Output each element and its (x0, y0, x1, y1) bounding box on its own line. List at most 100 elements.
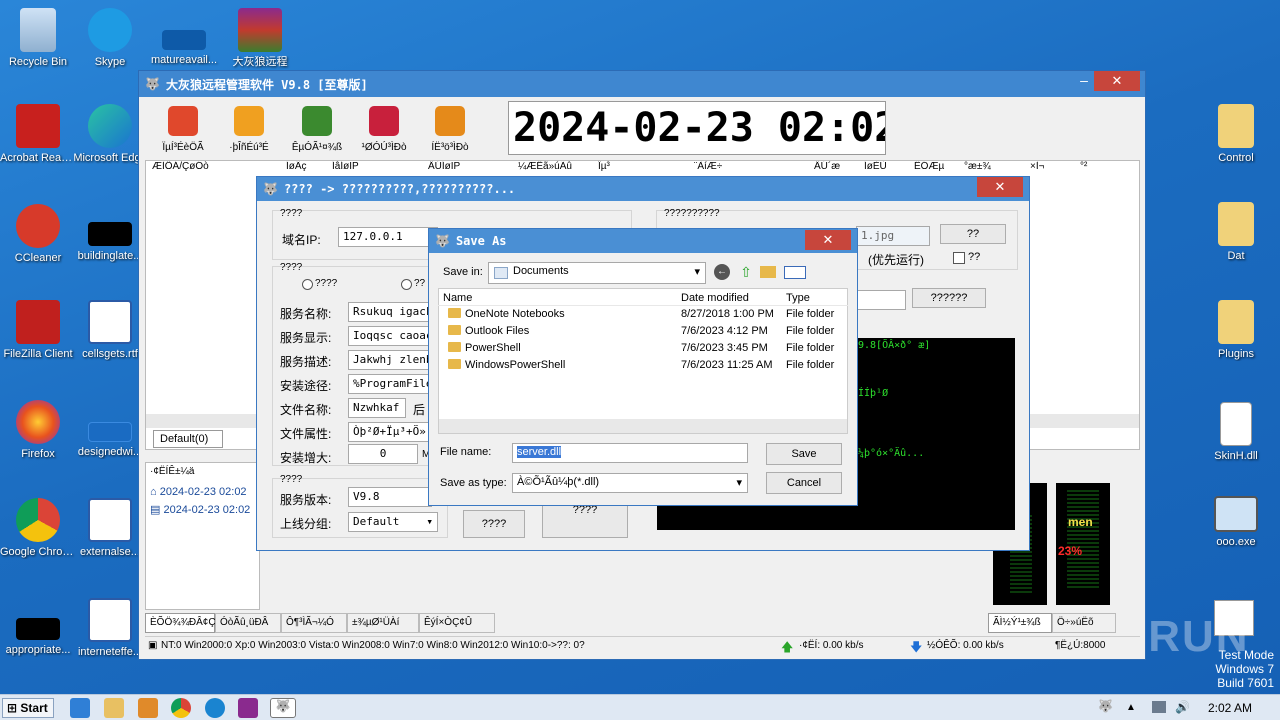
recycle-bin-icon[interactable]: Recycle Bin (0, 8, 76, 69)
close-button[interactable]: ✕ (977, 177, 1023, 197)
word-doc-icon[interactable]: cellsgets.rtf (72, 300, 148, 361)
column-header[interactable]: Name (443, 292, 472, 304)
install-path-input[interactable]: %ProgramFiles (348, 374, 432, 394)
tab-other[interactable]: ÊýÍ×ÒÇ¢Û (419, 613, 495, 633)
dll-file-icon[interactable]: SkinH.dll (1198, 402, 1274, 463)
domain-input[interactable]: 127.0.0.1 (338, 227, 438, 247)
winrar-icon[interactable] (238, 698, 258, 718)
toolbar-build-button[interactable]: ·þÎñÉú³É (216, 106, 282, 153)
taskbar: ⊞ Start 🐺 🐺 ▲ 🔊 2:02 AM (0, 694, 1280, 720)
save-type-label: Save as type: (440, 477, 507, 489)
file-icon[interactable]: matureavail... (146, 8, 222, 67)
new-folder-icon[interactable] (760, 266, 776, 278)
save-type-select[interactable]: À©Õ¹Ãû¼þ(*.dll) ▾ (512, 473, 748, 493)
tab-host[interactable]: Ö÷»úËõ (1052, 613, 1116, 633)
option-input[interactable] (856, 290, 906, 310)
version-input[interactable]: V9.8 (348, 487, 432, 507)
close-button[interactable]: ✕ (805, 230, 851, 250)
radio-button[interactable] (302, 279, 313, 290)
save-in-select[interactable]: Documents ▾ (488, 262, 706, 284)
info-icon (369, 106, 399, 136)
save-button[interactable]: Save (766, 443, 842, 465)
folder-icon[interactable]: Dat (1198, 202, 1274, 263)
up-folder-icon[interactable]: ⇧ (738, 264, 754, 280)
acrobat-icon[interactable]: Acrobat Reader DC (0, 104, 76, 165)
file-icon[interactable]: appropriate... (0, 598, 76, 657)
icon-label: Recycle Bin (8, 56, 68, 68)
clock[interactable]: 2:02 AM (1208, 701, 1252, 715)
service-name-input[interactable]: Rsukuq igacko (348, 302, 432, 322)
volume-icon[interactable]: 🔊 (1175, 700, 1190, 714)
filename-input[interactable]: server.dll (512, 443, 748, 463)
icon-label: Skype (94, 56, 126, 68)
file-icon[interactable]: designedwi... (72, 400, 148, 459)
chrome-icon[interactable] (171, 698, 191, 718)
group-select[interactable]: Default ▾ (348, 512, 438, 532)
edge-icon[interactable]: Microsoft Edge (72, 104, 148, 165)
file-row[interactable]: PowerShell 7/6/2023 3:45 PM File folder (443, 340, 848, 357)
file-name-input[interactable]: Nzwhkaf (348, 398, 406, 418)
tab-domain[interactable]: ÓòÃû¸üÐÂ (215, 613, 281, 633)
tab-log[interactable]: ÈÕÖ¾¾ÐÂ¢Ç (145, 613, 216, 633)
build-button[interactable]: ???? (463, 510, 525, 538)
ie-icon[interactable] (70, 698, 90, 718)
cancel-button[interactable]: Cancel (766, 472, 842, 494)
toolbar-settings-button[interactable]: ÏµÍ³ÉèÖÃ (150, 106, 216, 153)
wolf-app-taskbar-button[interactable]: 🐺 (270, 698, 296, 718)
skype-icon[interactable]: Skype (72, 8, 148, 69)
memory-percent: 23% (1058, 544, 1083, 558)
tray-wolf-icon[interactable]: 🐺 (1098, 699, 1113, 713)
tab-default-group[interactable]: Default(0) (153, 430, 223, 448)
close-button[interactable]: ✕ (1094, 71, 1140, 91)
minimize-button[interactable]: – (1070, 72, 1098, 90)
file-list-scrollbar[interactable] (439, 419, 847, 433)
folder-icon[interactable]: Control (1198, 104, 1274, 165)
column-header[interactable]: °² (1080, 161, 1110, 179)
tab-remote[interactable]: Ô¶³ÌÃ¬¼Ó (281, 613, 347, 633)
back-icon[interactable]: ← (714, 264, 730, 280)
icon-label: Control (1218, 152, 1254, 164)
winrar-icon[interactable]: 大灰狼远程 (222, 8, 298, 69)
toolbar-exit-button[interactable]: ÍË³ö³ÌÐò (417, 106, 483, 153)
field-label: 服务描述: (280, 355, 332, 369)
toolbar-about-button[interactable]: ¹ØÓÚ³ÌÐò (351, 106, 417, 153)
browse-button[interactable]: ?? (940, 224, 1006, 244)
file-row[interactable]: Outlook Files 7/6/2023 4:12 PM File folder (443, 323, 848, 340)
size-increase-input[interactable]: 0 (348, 444, 418, 464)
tray-expand-icon[interactable]: ▲ (1126, 702, 1136, 713)
word-doc-icon[interactable]: externalse... (72, 498, 148, 559)
down-arrow-icon: 🡇 (910, 640, 923, 654)
file-attr-select[interactable]: Òþ²Ø+Ïµ³+Ö» (348, 422, 432, 442)
file-row[interactable]: OneNote Notebooks 8/27/2018 1:00 PM File f… (443, 306, 848, 323)
tab-local[interactable]: ±¾µØ¹ÜÀí (347, 613, 419, 633)
icon-label: interneteffe... (77, 646, 142, 658)
explorer-icon[interactable] (104, 698, 124, 718)
view-menu-icon[interactable] (784, 266, 806, 279)
media-player-icon[interactable] (138, 698, 158, 718)
service-display-input[interactable]: Ioqqsc caoaco (348, 326, 432, 346)
image-file-input[interactable]: 1.jpg (856, 226, 930, 246)
column-header[interactable]: Date modified (681, 292, 749, 304)
file-row[interactable]: WindowsPowerShell 7/6/2023 11:25 AM File f… (443, 357, 848, 374)
network-icon[interactable] (1152, 701, 1166, 713)
radio-button[interactable] (401, 279, 412, 290)
ccleaner-icon[interactable]: CCleaner (0, 204, 76, 265)
file-icon[interactable]: buildinglate... (72, 204, 148, 263)
exe-file-icon[interactable]: ooo.exe (1198, 496, 1274, 549)
toolbar-tools-button[interactable]: ÊµÓÃ¹¤¾ß (284, 106, 350, 153)
folder-icon[interactable]: Plugins (1198, 300, 1274, 361)
edge-icon[interactable] (205, 698, 225, 718)
dialog-title: Save As (455, 234, 507, 248)
chrome-icon[interactable]: Google Chrome (0, 498, 76, 559)
filezilla-icon[interactable]: FileZilla Client (0, 300, 76, 361)
column-header[interactable]: ×Ì¬ (1030, 161, 1080, 179)
service-desc-input[interactable]: Jakwhj zlenbb (348, 350, 432, 370)
field-label: 服务名称: (280, 307, 332, 321)
firefox-icon[interactable]: Firefox (0, 400, 76, 461)
option-button[interactable]: ?????? (912, 288, 986, 308)
option-checkbox[interactable] (953, 252, 965, 264)
column-header[interactable]: Type (786, 292, 810, 304)
word-doc-icon[interactable]: interneteffe... (72, 598, 148, 659)
tab-meter[interactable]: ÃÌ½Ý¹±¾ß (988, 613, 1052, 633)
start-button[interactable]: ⊞ Start (2, 698, 54, 718)
